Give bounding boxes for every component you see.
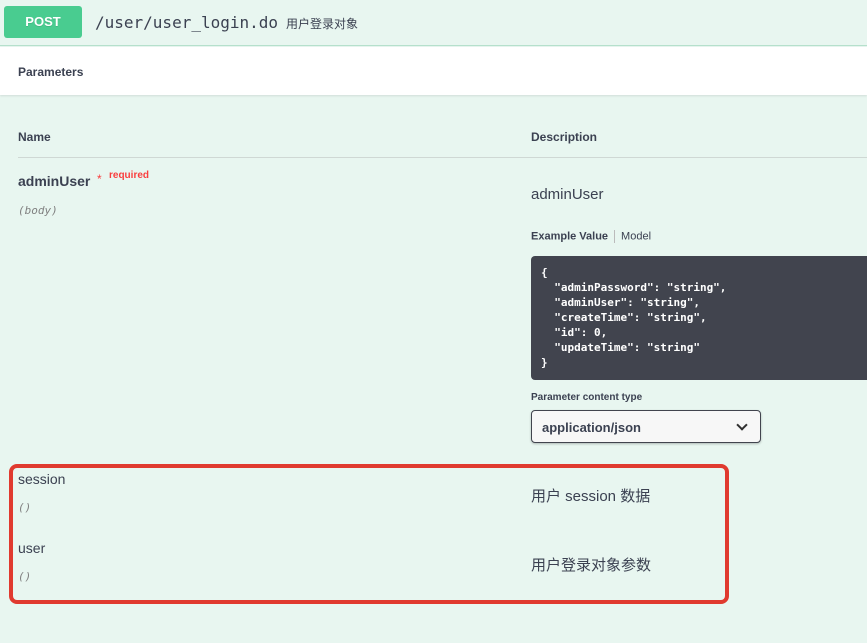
tab-example-value[interactable]: Example Value (531, 230, 608, 242)
header-divider (18, 157, 867, 158)
tab-separator (614, 230, 616, 243)
swagger-operation-panel: POST /user/user_login.do 用户登录对象 Paramete… (0, 0, 867, 643)
required-label: required (109, 170, 150, 181)
param-name-adminuser: adminUser (18, 173, 91, 189)
parameters-title: Parameters (18, 65, 84, 79)
content-type-label: Parameter content type (531, 392, 643, 403)
operation-summary: 用户登录对象 (286, 17, 359, 31)
example-model-tabs: Example Value Model (531, 230, 651, 243)
chevron-down-icon (736, 419, 748, 431)
tab-model[interactable]: Model (621, 230, 651, 242)
content-type-select[interactable]: application/json (531, 410, 761, 443)
operation-header[interactable]: POST /user/user_login.do 用户登录对象 (0, 0, 867, 46)
http-method-badge: POST (4, 6, 82, 38)
description-column-header: Description (531, 130, 598, 144)
required-star: * (97, 172, 102, 186)
param-description-adminuser: adminUser (531, 186, 604, 203)
operation-path: /user/user_login.do (95, 13, 279, 32)
parameters-section-header: Parameters (0, 47, 867, 95)
content-type-value: application/json (542, 420, 641, 435)
name-column-header: Name (18, 130, 51, 144)
param-in-adminuser: (body) (18, 204, 58, 217)
red-highlight-annotation (9, 464, 729, 604)
example-json: { "adminPassword": "string", "adminUser"… (541, 266, 727, 369)
example-value-code-block: { "adminPassword": "string", "adminUser"… (531, 256, 867, 380)
